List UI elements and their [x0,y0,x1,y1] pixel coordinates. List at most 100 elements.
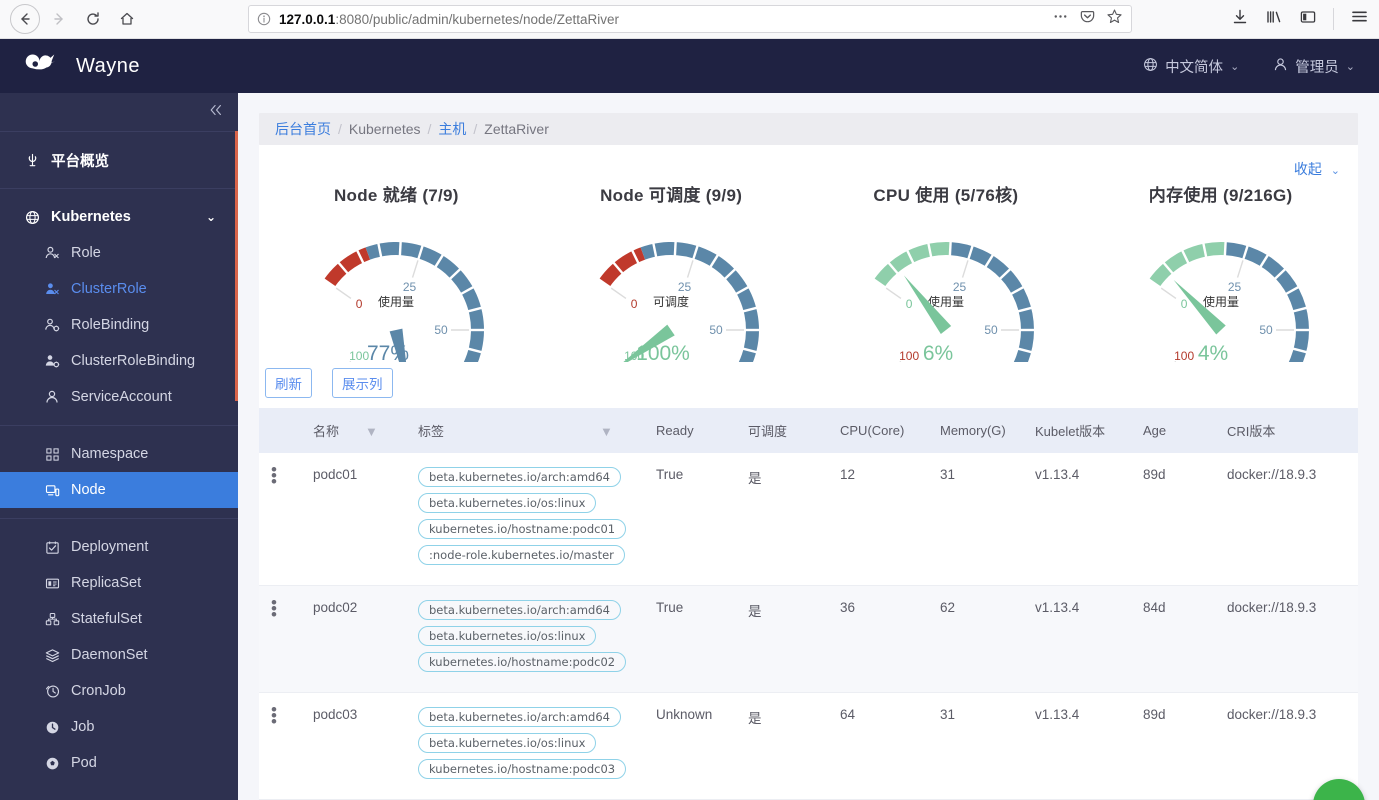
cell-age: 89d [1135,692,1219,800]
sidebar-item-clusterrole[interactable]: ClusterRole [0,271,238,307]
user-icon [1273,57,1288,76]
svg-text:25: 25 [1227,280,1241,294]
sidebar-group-overview: 平台概览 [0,132,238,188]
filter-icon[interactable]: ▼ [365,424,378,439]
cell-kubelet: v1.13.4 [1027,692,1135,800]
table-header-labels[interactable]: 标签 ▼ [410,408,648,453]
svg-text:50: 50 [1259,323,1273,337]
column-label: 名称 [313,424,340,439]
row-actions-button[interactable]: • • • [259,453,305,586]
double-chevron-left-icon [208,103,224,122]
browser-right-icons [1231,7,1369,31]
sidebar-item-label: Job [71,719,95,735]
globe-icon [1143,57,1158,76]
url-path: /public/admin/kubernetes/node/ZettaRiver [369,11,619,27]
node-icon [44,482,60,498]
cell-name: podc03 [305,692,410,800]
cell-kubelet: v1.13.4 [1027,453,1135,586]
page-actions-icon[interactable] [1052,8,1069,30]
show-columns-button[interactable]: 展示列 [332,368,393,398]
sidebar-item-kubernetes[interactable]: Kubernetes ⌄ [0,199,238,235]
sidebar-item-label: ServiceAccount [71,389,172,405]
user-menu[interactable]: 管理员 ⌄ [1273,56,1355,77]
role-icon [44,245,60,261]
node-label-tag: kubernetes.io/hostname:podc01 [418,519,627,539]
svg-text:可调度: 可调度 [653,294,689,309]
bookmark-star-icon[interactable] [1106,8,1123,30]
table-body: • • • podc01 beta.kubernetes.io/arch:amd64 be… [259,453,1358,800]
cell-schedulable: 是 [740,692,832,800]
sidebar-item-label: ReplicaSet [71,575,142,591]
svg-text:使用量: 使用量 [378,294,414,309]
back-button[interactable] [10,4,40,34]
sidebar-item-statefulset[interactable]: StatefulSet [0,601,238,637]
sidebar-group-cluster: Namespace Node [0,426,238,518]
filter-icon[interactable]: ▼ [600,424,613,439]
sidebar-item-label: ClusterRole [71,281,147,297]
sidebar-item-overview[interactable]: 平台概览 [0,142,238,178]
sidebar-item-deployment[interactable]: Deployment [0,529,238,565]
cronjob-icon [44,683,60,699]
sidebar-item-pod[interactable]: Pod [0,745,238,781]
library-icon[interactable] [1265,8,1283,31]
sidebar-item-rolebinding[interactable]: RoleBinding [0,307,238,343]
breadcrumb: 后台首页 / Kubernetes / 主机 / ZettaRiver [259,113,1358,145]
sidebar-item-cronjob[interactable]: CronJob [0,673,238,709]
sidebar-item-job[interactable]: Job [0,709,238,745]
dashboard-panel: 收起 ⌄ Node 就绪 (7/9)0255075100使用量77%Node 可… [259,145,1358,800]
cell-memory: 31 [932,453,1027,586]
row-actions-button[interactable]: • • • [259,585,305,693]
sidebar-item-role[interactable]: Role [0,235,238,271]
cell-kubelet: v1.13.4 [1027,585,1135,693]
forward-button[interactable] [44,4,74,34]
sidebar-item-node[interactable]: Node [0,472,238,508]
svg-text:25: 25 [953,280,967,294]
reload-button[interactable] [78,4,108,34]
brand[interactable]: Wayne [0,49,140,84]
sidebar-item-serviceaccount[interactable]: ServiceAccount [0,379,238,415]
table-row[interactable]: • • • podc01 beta.kubernetes.io/arch:amd64 be… [259,453,1358,586]
user-label: 管理员 [1295,59,1339,76]
url-bar[interactable]: 127.0.0.1:8080/public/admin/kubernetes/n… [248,5,1132,33]
svg-text:6%: 6% [923,342,953,362]
cell-labels: beta.kubernetes.io/arch:amd64 beta.kubern… [410,585,648,693]
browser-nav-buttons [10,4,142,34]
gauge-card: CPU 使用 (5/76核)0255075100使用量6% [810,181,1082,362]
breadcrumb-item-host[interactable]: 主机 [438,119,466,139]
row-actions-button[interactable]: • • • [259,692,305,800]
cell-labels: beta.kubernetes.io/arch:amd64 beta.kubern… [410,692,648,800]
cell-cri: docker://18.9.3 [1219,585,1358,693]
breadcrumb-separator: / [473,121,478,137]
table-header-schedulable: 可调度 [740,408,832,453]
sidebar: 平台概览 Kubernetes ⌄ Role ClusterRole RoleB… [0,93,238,800]
table-header-ready: Ready [648,408,740,453]
browser-toolbar: 127.0.0.1:8080/public/admin/kubernetes/n… [0,0,1379,39]
panel-collapse-toggle[interactable]: 收起 ⌄ [259,145,1358,179]
downloads-icon[interactable] [1231,8,1249,31]
sidebar-collapse-button[interactable] [0,93,238,131]
svg-text:使用量: 使用量 [928,294,964,309]
gauge-title: CPU 使用 (5/76核) [873,186,1019,205]
sidebar-item-clusterrolebinding[interactable]: ClusterRoleBinding [0,343,238,379]
sidebar-item-replicaset[interactable]: ReplicaSet [0,565,238,601]
sidebar-toggle-icon[interactable] [1299,8,1317,31]
url-text[interactable]: 127.0.0.1:8080/public/admin/kubernetes/n… [279,12,1052,27]
table-row[interactable]: • • • podc02 beta.kubernetes.io/arch:amd64 be… [259,585,1358,693]
hamburger-menu-icon[interactable] [1350,7,1369,31]
refresh-button[interactable]: 刷新 [265,368,312,398]
breadcrumb-item-home[interactable]: 后台首页 [275,119,331,139]
sidebar-item-daemonset[interactable]: DaemonSet [0,637,238,673]
page-info-icon[interactable] [257,12,271,26]
sidebar-item-namespace[interactable]: Namespace [0,436,238,472]
language-switcher[interactable]: 中文简体 ⌄ [1143,56,1239,77]
breadcrumb-item-kubernetes: Kubernetes [348,121,421,137]
svg-text:50: 50 [435,323,449,337]
chevron-down-icon: ⌄ [1330,165,1340,177]
pocket-icon[interactable] [1079,8,1096,30]
svg-text:0: 0 [631,297,638,311]
home-button[interactable] [112,4,142,34]
cell-schedulable: 是 [740,453,832,586]
table-header-name[interactable]: 名称 ▼ [305,408,410,453]
cell-labels: beta.kubernetes.io/arch:amd64 beta.kubern… [410,453,648,586]
table-row[interactable]: • • • podc03 beta.kubernetes.io/arch:amd64 be… [259,692,1358,800]
